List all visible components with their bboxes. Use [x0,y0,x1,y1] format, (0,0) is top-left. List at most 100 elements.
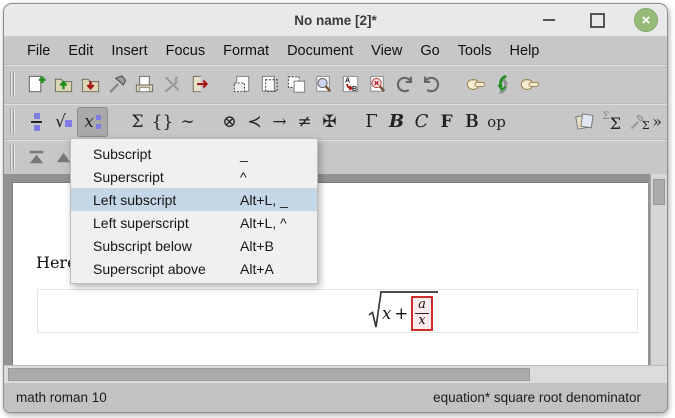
neq-button[interactable]: ≠ [292,109,317,135]
arrow-button[interactable]: → [267,109,292,135]
svg-text:B: B [352,84,357,92]
shortcut-label: Alt+B [240,238,274,254]
papers-button[interactable] [571,108,598,135]
toolbar-drag-handle[interactable] [10,109,15,134]
maximize-icon [590,13,605,28]
new-document-button[interactable] [23,71,50,98]
math-toolbar: √ x Σ {} ∼ ⊗ ≺ → ≠ ✠ Γ B C F B op ΣΣ Σ » [4,103,667,139]
reload-icon [491,73,514,96]
minimize-button[interactable] [538,9,560,31]
sum-button[interactable]: Σ [125,109,150,135]
braces-button[interactable]: {} [150,109,175,135]
focused-fraction[interactable]: ax [411,296,433,331]
replace-button[interactable]: AB [337,71,364,98]
spell-check-icon [366,73,389,96]
fraction-icon [31,113,42,131]
redo-button[interactable] [418,71,445,98]
sigma-sigma-icon: ΣΣ [603,110,621,133]
save-document-icon [79,73,102,96]
menu-item-subscript-below[interactable]: Subscript belowAlt+B [71,234,317,257]
title-bar[interactable]: No name [2]* × [4,4,667,37]
cross-symbol-button[interactable]: ✠ [317,109,342,135]
search-button[interactable] [310,71,337,98]
menu-document[interactable]: Document [278,43,362,59]
vertical-scrollbar-thumb[interactable] [653,179,665,205]
fraction-denominator: x [415,313,429,329]
blackboard-button[interactable]: B [459,109,484,135]
square-root-button[interactable]: √ [50,108,77,135]
menu-item-superscript-above[interactable]: Superscript aboveAlt+A [71,257,317,280]
math-formula[interactable]: x+ax [368,291,438,331]
print-button[interactable] [131,71,158,98]
menu-item-left-subscript[interactable]: Left subscriptAlt+L, _ [71,188,317,211]
otimes-button[interactable]: ⊗ [217,109,242,135]
fraction-button[interactable] [23,108,50,135]
menu-format[interactable]: Format [214,43,278,59]
compile-style-button[interactable] [104,71,131,98]
back-button[interactable] [462,71,489,98]
scripts-dropdown-menu: Subscript_ Superscript^ Left subscriptAl… [70,138,318,284]
radicand: x+ax [380,291,438,331]
menu-view[interactable]: View [362,43,411,59]
minimize-icon [543,19,555,21]
maximize-button[interactable] [586,9,608,31]
cut-button[interactable] [229,71,256,98]
jump-to-top-button[interactable] [23,144,50,171]
horizontal-scrollbar-thumb[interactable] [8,368,530,381]
menu-bar: File Edit Insert Focus Format Document V… [4,37,667,64]
radicand-x: x [382,304,391,323]
sigma-list-button[interactable]: ΣΣ [598,108,625,135]
status-bar: math roman 10 equation* square root deno… [4,382,667,412]
open-document-button[interactable] [50,71,77,98]
vertical-scrollbar[interactable] [650,174,667,365]
toolbar-overflow-button[interactable]: » [652,112,662,131]
menu-edit[interactable]: Edit [59,43,102,59]
menu-tools[interactable]: Tools [449,43,501,59]
svg-text:A: A [345,76,350,84]
copy-button[interactable] [256,71,283,98]
paste-button[interactable] [283,71,310,98]
menu-focus[interactable]: Focus [157,43,215,59]
math-tools-button[interactable]: Σ [625,108,652,135]
toolbar-drag-handle[interactable] [10,145,15,170]
main-toolbar: AB [4,64,667,103]
open-document-icon [52,73,75,96]
close-button[interactable]: × [634,8,658,32]
wide-tilde-button[interactable]: ∼ [175,109,200,135]
prec-button[interactable]: ≺ [242,109,267,135]
menu-go[interactable]: Go [411,43,448,59]
plus-operator: + [394,304,408,323]
greek-button[interactable]: Γ [359,109,384,135]
equation-block[interactable]: x+ax [37,289,638,333]
spell-check-button[interactable] [364,71,391,98]
reload-button[interactable] [489,71,516,98]
fraktur-button[interactable]: F [434,109,459,135]
status-left: math roman 10 [16,390,107,405]
menu-help[interactable]: Help [501,43,549,59]
save-document-button[interactable] [77,71,104,98]
scripts-icon: x [84,112,101,132]
calligraphic-button[interactable]: C [409,109,434,135]
menu-item-left-superscript[interactable]: Left superscriptAlt+L, ^ [71,211,317,234]
copy-icon [258,73,281,96]
toolbar-drag-handle[interactable] [10,72,15,97]
preferences-button[interactable] [158,71,185,98]
scripts-button[interactable]: x [77,107,108,137]
menu-item-superscript[interactable]: Superscript^ [71,165,317,188]
operator-button[interactable]: op [484,109,509,135]
fraction-numerator: a [415,298,429,313]
shortcut-label: ^ [240,169,247,185]
quit-button[interactable] [185,71,212,98]
forward-button[interactable] [516,71,543,98]
tools-icon [160,73,183,96]
menu-item-subscript[interactable]: Subscript_ [71,142,317,165]
hand-forward-icon [518,73,541,96]
hand-back-icon [464,73,487,96]
horizontal-scrollbar[interactable] [4,365,667,382]
undo-button[interactable] [391,71,418,98]
bold-math-button[interactable]: B [384,109,409,135]
menu-file[interactable]: File [18,43,59,59]
menu-insert[interactable]: Insert [102,43,156,59]
undo-icon [393,73,416,96]
redo-icon [420,73,443,96]
